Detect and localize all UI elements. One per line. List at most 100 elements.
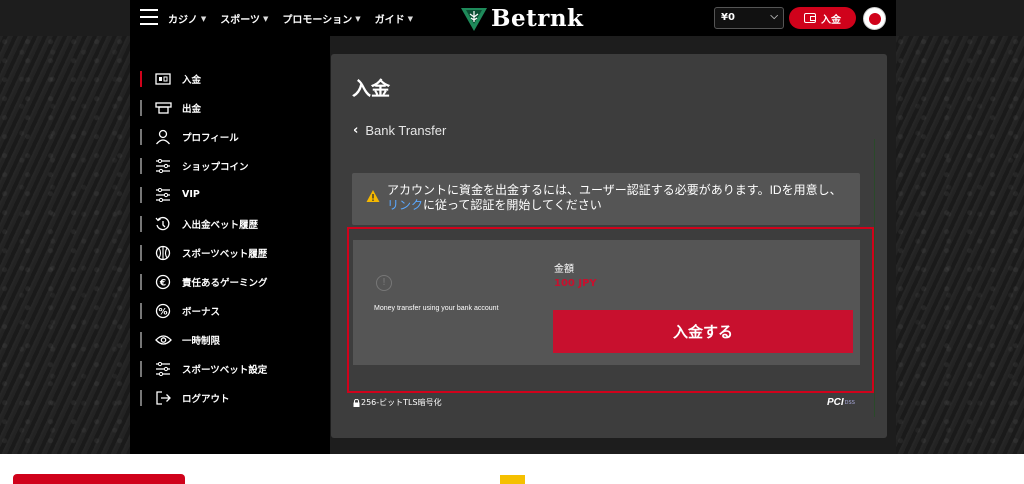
nav-item-casino[interactable]: カジノ ▼ (168, 11, 207, 27)
svg-text:%: % (158, 307, 167, 317)
svg-text:€: € (159, 278, 166, 288)
tls-encryption-badge: 256-ビットTLS暗号化 (353, 397, 442, 408)
chevron-down-icon: ▼ (407, 14, 413, 23)
sidebar-item-transaction-history[interactable]: 入出金ベット履歴 (140, 209, 268, 238)
sidebar-item-label: 入金 (182, 74, 202, 86)
sidebar-item-withdraw[interactable]: 出金 (140, 93, 268, 122)
chevron-down-icon: ▼ (200, 14, 207, 23)
sidebar-item-logout[interactable]: ログアウト (140, 383, 268, 412)
scrollbar-track[interactable] (874, 139, 875, 417)
chevron-down-icon: ▼ (355, 14, 361, 23)
tls-label: 256-ビットTLS暗号化 (361, 398, 442, 407)
chevron-down-icon: ⌵ (770, 11, 778, 22)
sidebar-item-time-limit[interactable]: 一時制限 (140, 325, 268, 354)
sidebar-item-shop-coins[interactable]: ショップコイン (140, 151, 268, 180)
sidebar-item-sports-history[interactable]: スポーツベット履歴 (140, 238, 268, 267)
menu-divider (140, 244, 142, 261)
sidebar-item-vip[interactable]: VIP (140, 180, 268, 209)
withdraw-icon (154, 100, 172, 116)
history-icon (154, 216, 172, 232)
background-texture-right (896, 36, 1024, 454)
back-link[interactable]: ‹ Bank Transfer (353, 123, 446, 138)
lock-icon (353, 398, 360, 407)
nav-label: ガイド (374, 15, 405, 26)
nav-label: プロモーション (282, 15, 353, 26)
logout-icon (154, 390, 172, 406)
chevron-down-icon: ▼ (263, 14, 269, 23)
deposit-icon (154, 71, 172, 87)
highlight-frame: ! Money transfer using your bank account… (347, 227, 874, 393)
logo-text: Betrnk (491, 5, 584, 32)
sidebar-item-sports-settings[interactable]: スポーツベット設定 (140, 354, 268, 383)
account-menu: 入金 出金 プロフィール ショップコイン VIP 入出金ベット履歴 スポーツベッ… (140, 64, 268, 412)
pci-dss-badge: PCI DSS (827, 397, 855, 408)
menu-divider (140, 331, 142, 348)
sidebar-item-label: スポーツベット設定 (182, 364, 268, 376)
sidebar-item-label: ショップコイン (182, 161, 249, 173)
pci-sub-text: DSS (844, 399, 855, 406)
notice-text-after: に従って認証を開始してください (423, 198, 602, 212)
sidebar-item-label: スポーツベット履歴 (182, 248, 268, 260)
nav-label: カジノ (168, 15, 198, 26)
chevron-left-icon: ‹ (353, 123, 359, 138)
sidebar-item-bonus[interactable]: % ボーナス (140, 296, 268, 325)
main-nav: カジノ ▼ スポーツ ▼ プロモーション ▼ ガイド ▼ (168, 11, 413, 27)
nav-item-sports[interactable]: スポーツ ▼ (220, 11, 269, 27)
menu-divider (140, 99, 142, 116)
deposit-button-label: 入金 (821, 14, 841, 26)
page-title: 入金 (352, 78, 391, 100)
language-flag-icon[interactable] (863, 7, 886, 30)
menu-divider (140, 273, 142, 290)
menu-divider (140, 215, 142, 232)
info-icon[interactable]: ! (376, 275, 392, 291)
sidebar-item-deposit[interactable]: 入金 (140, 64, 268, 93)
wallet-icon (804, 13, 816, 23)
balance-value: ¥0 (721, 12, 735, 23)
sliders-icon (154, 187, 172, 203)
sidebar-item-label: 出金 (182, 103, 202, 115)
sidebar-item-label: 責任あるゲーミング (182, 277, 268, 289)
euro-icon: € (154, 274, 172, 290)
pci-text: PCI (827, 397, 844, 408)
ball-icon (154, 245, 172, 261)
verification-notice: アカウントに資金を出金するには、ユーザー認証する必要があります。IDを用意し、リ… (352, 173, 860, 225)
header-deposit-button[interactable]: 入金 (789, 7, 856, 29)
eye-icon (154, 332, 172, 348)
nav-label: スポーツ (220, 15, 261, 26)
hamburger-menu-icon[interactable] (140, 9, 158, 25)
sidebar-item-label: プロフィール (182, 132, 239, 144)
logo-tree-icon (461, 7, 487, 31)
profile-icon (154, 129, 172, 145)
sidebar-item-label: 一時制限 (182, 335, 221, 347)
amount-value: 100 JPY (554, 278, 597, 289)
menu-divider (140, 302, 142, 319)
menu-divider (140, 128, 142, 145)
balance-dropdown[interactable]: ¥0 ⌵ (714, 7, 784, 29)
nav-item-guide[interactable]: ガイド ▼ (374, 11, 413, 27)
bottom-yellow-icon (500, 475, 525, 484)
top-header: カジノ ▼ スポーツ ▼ プロモーション ▼ ガイド ▼ Betrnk ¥0 ⌵ 入金 (130, 0, 896, 36)
sidebar-item-profile[interactable]: プロフィール (140, 122, 268, 151)
background-texture-left (0, 36, 130, 454)
sidebar-item-label: ボーナス (182, 306, 221, 318)
sliders-icon (154, 158, 172, 174)
active-indicator (140, 70, 142, 87)
deposit-submit-button[interactable]: 入金する (553, 310, 853, 353)
sliders-icon (154, 361, 172, 377)
bank-transfer-card: ! Money transfer using your bank account… (353, 240, 860, 365)
sidebar-item-label: VIP (182, 189, 200, 200)
menu-divider (140, 186, 142, 203)
notice-text-before: アカウントに資金を出金するには、ユーザー認証する必要があります。IDを用意し、 (387, 183, 842, 197)
sidebar-item-label: ログアウト (182, 393, 230, 405)
deposit-panel: 入金 ‹ Bank Transfer アカウントに資金を出金するには、ユーザー認… (331, 54, 887, 438)
account-sidebar: 入金 出金 プロフィール ショップコイン VIP 入出金ベット履歴 スポーツベッ… (130, 36, 330, 454)
page-bottom-strip (0, 454, 1024, 484)
nav-item-promotions[interactable]: プロモーション ▼ (282, 11, 361, 27)
sidebar-item-responsible-gaming[interactable]: € 責任あるゲーミング (140, 267, 268, 296)
bottom-red-button[interactable] (13, 474, 185, 484)
verification-link[interactable]: リンク (387, 198, 423, 212)
payment-method-title: Bank Transfer (365, 123, 447, 138)
menu-divider (140, 389, 142, 406)
menu-divider (140, 360, 142, 377)
site-logo[interactable]: Betrnk (460, 5, 583, 32)
